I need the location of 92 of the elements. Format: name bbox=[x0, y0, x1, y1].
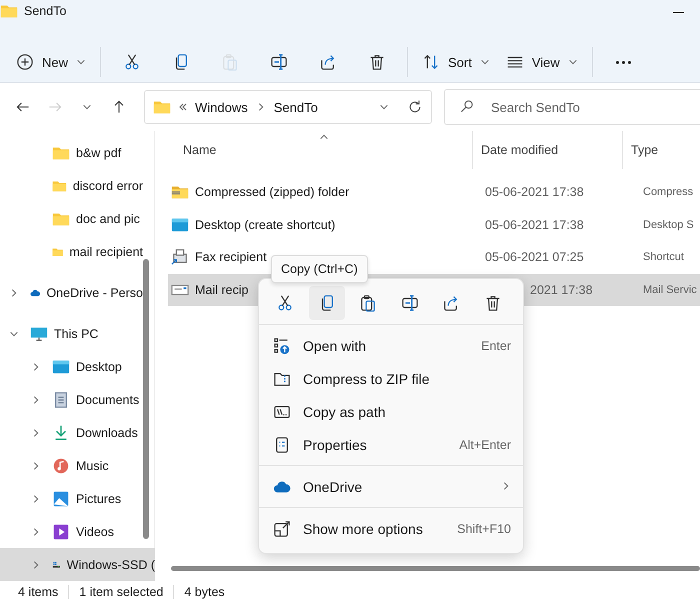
file-type: Shortcut bbox=[643, 251, 684, 264]
picture-icon bbox=[52, 490, 70, 508]
refresh-button[interactable] bbox=[407, 99, 423, 115]
rename-icon bbox=[400, 294, 419, 312]
trash-icon bbox=[368, 53, 386, 71]
sidebar-item[interactable]: Videos bbox=[0, 515, 143, 548]
search-box[interactable]: Search SendTo bbox=[444, 89, 700, 125]
search-icon bbox=[459, 99, 475, 115]
music-icon bbox=[52, 456, 70, 474]
status-text: 4 items bbox=[17, 585, 60, 599]
sort-caret-icon bbox=[319, 132, 329, 142]
window-title: SendTo bbox=[24, 3, 66, 18]
menu-item[interactable]: Compress to ZIP file bbox=[259, 362, 523, 395]
chevron-icon bbox=[9, 288, 19, 298]
trash-icon bbox=[484, 294, 502, 312]
desktop-icon bbox=[171, 216, 189, 234]
menu-item[interactable]: Properties Alt+Enter bbox=[259, 428, 523, 461]
date-modified: 05-06-2021 17:38 bbox=[485, 185, 584, 200]
dropdown-chevron-icon bbox=[379, 102, 389, 112]
more-icon bbox=[616, 60, 631, 64]
menu-item[interactable]: Copy as path bbox=[259, 395, 523, 428]
sidebar-item[interactable]: Windows-SSD ( bbox=[0, 548, 155, 581]
sidebar-item[interactable]: Documents bbox=[0, 383, 143, 416]
file-name[interactable]: Fax recipient bbox=[195, 250, 267, 264]
status-text: 4 bytes bbox=[173, 585, 235, 599]
fax-icon bbox=[171, 248, 189, 266]
file-name[interactable]: Mail recip bbox=[195, 282, 248, 297]
chevron-icon bbox=[31, 560, 41, 570]
sidebar-item[interactable]: This PC bbox=[0, 317, 143, 350]
caret-icon bbox=[568, 57, 578, 67]
sort-icon bbox=[422, 53, 440, 71]
column-header[interactable]: Date modified bbox=[472, 131, 622, 169]
scrollbar[interactable] bbox=[143, 259, 149, 539]
chevron-icon bbox=[31, 428, 41, 438]
monitor-icon bbox=[30, 324, 48, 342]
file-type: Desktop S bbox=[643, 218, 694, 231]
status-text: 1 item selected bbox=[68, 585, 174, 599]
menu-item[interactable]: OneDrive bbox=[259, 470, 523, 503]
sidebar-item[interactable]: Desktop bbox=[0, 350, 143, 383]
sidebar-item[interactable]: Pictures bbox=[0, 482, 143, 515]
clipboard-icon bbox=[359, 294, 378, 312]
address-bar[interactable]: Windows SendTo bbox=[144, 90, 432, 124]
new-button[interactable]: New bbox=[8, 46, 94, 78]
tooltip: Copy (Ctrl+C) bbox=[271, 255, 368, 283]
caret-icon bbox=[480, 57, 490, 67]
chevron-icon bbox=[31, 494, 41, 504]
file-type: Mail Servic bbox=[643, 284, 697, 296]
double-chevron-icon bbox=[179, 103, 187, 111]
caret-icon bbox=[76, 57, 86, 67]
file-name[interactable]: Compressed (zipped) folder bbox=[195, 185, 350, 200]
open-with-icon bbox=[273, 336, 291, 354]
chevron-icon bbox=[31, 362, 41, 372]
expand-icon bbox=[273, 520, 291, 538]
chevron-icon bbox=[31, 460, 41, 470]
sidebar-item[interactable]: OneDrive - Perso bbox=[0, 276, 143, 309]
sidebar-item[interactable]: Music bbox=[0, 449, 143, 482]
sidebar-item[interactable]: doc and pic bbox=[0, 202, 143, 235]
view-button[interactable]: View bbox=[498, 46, 586, 78]
caret-icon bbox=[82, 102, 92, 112]
sidebar-item[interactable]: mail recipient bbox=[0, 235, 143, 268]
horizontal-scrollbar[interactable] bbox=[171, 566, 700, 571]
date-modified: 2021 17:38 bbox=[529, 282, 593, 297]
file-name[interactable]: Desktop (create shortcut) bbox=[195, 218, 336, 232]
video-icon bbox=[52, 522, 70, 540]
refresh-icon bbox=[407, 99, 423, 115]
file-type: Compress bbox=[643, 186, 694, 198]
column-header[interactable]: Type bbox=[622, 131, 700, 169]
column-header[interactable]: Name bbox=[155, 131, 472, 169]
menu-item[interactable]: Open with Enter bbox=[259, 329, 523, 362]
chevron-icon bbox=[31, 526, 41, 536]
breadcrumb[interactable]: SendTo bbox=[274, 100, 318, 114]
scissors-icon bbox=[122, 53, 141, 71]
plus-circle-icon bbox=[16, 53, 34, 71]
search-field[interactable]: Search SendTo bbox=[489, 98, 693, 116]
sidebar-item[interactable]: b&w pdf bbox=[0, 136, 143, 169]
sort-button[interactable]: Sort bbox=[414, 46, 498, 78]
desktop-icon bbox=[52, 358, 70, 376]
sidebar-item[interactable]: Downloads bbox=[0, 416, 143, 449]
scissors-icon bbox=[276, 294, 294, 312]
properties-icon bbox=[273, 436, 291, 454]
submenu-chevron-icon bbox=[501, 480, 511, 490]
chevron-icon bbox=[31, 394, 41, 404]
sidebar-item[interactable]: discord error bbox=[0, 169, 143, 202]
document-icon bbox=[52, 390, 70, 408]
date-modified: 05-06-2021 07:25 bbox=[485, 250, 584, 264]
rename-icon bbox=[270, 53, 288, 71]
menu-item[interactable]: Show more options Shift+F10 bbox=[259, 512, 523, 545]
copy-button[interactable] bbox=[308, 286, 345, 320]
breadcrumb[interactable]: Windows bbox=[195, 100, 248, 114]
clipboard-icon bbox=[220, 53, 239, 71]
share-icon bbox=[318, 53, 337, 71]
date-modified: 05-06-2021 17:38 bbox=[485, 218, 584, 232]
